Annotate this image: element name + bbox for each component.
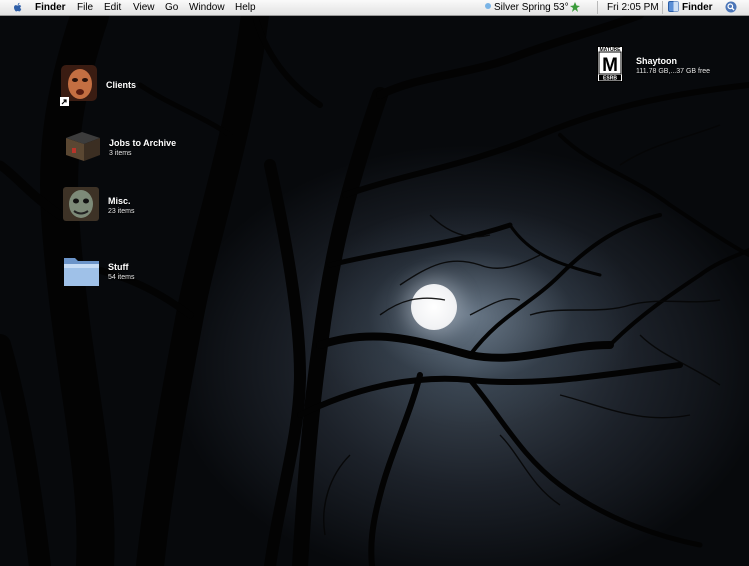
finder-app-icon — [668, 1, 679, 14]
menu-separator — [597, 1, 598, 14]
spotlight-search-icon[interactable] — [725, 1, 737, 15]
alias-arrow-icon — [60, 97, 69, 106]
desktop-icon-label: Shaytoon — [636, 56, 678, 66]
creature-face-icon — [63, 187, 99, 221]
desktop-icon-jobs-to-archive[interactable]: Jobs to Archive 3 items — [62, 128, 192, 168]
menu-edit[interactable]: Edit — [104, 1, 121, 14]
blue-folder-icon — [64, 258, 99, 286]
menu-file[interactable]: File — [77, 1, 93, 14]
clock[interactable]: Fri 2:05 PM — [607, 1, 659, 14]
desktop-icon-label: Jobs to Archive — [109, 138, 177, 148]
desktop-icon-drive-shaytoon[interactable]: MATURE M ESRB Shaytoon 111.78 GB,...37 G… — [597, 46, 742, 86]
esrb-top-label: MATURE — [599, 47, 621, 53]
menu-app-name[interactable]: Finder — [35, 1, 66, 14]
desktop-icon-label: Misc. — [108, 196, 131, 206]
desktop-icon-info: 54 items — [108, 274, 135, 281]
desktop-icon-info: 3 items — [109, 150, 132, 157]
menu-separator — [662, 1, 663, 14]
archive-box-icon — [66, 132, 100, 161]
menu-bar: Finder File Edit View Go Window Help Sil… — [0, 0, 749, 16]
esrb-rating-letter: M — [602, 55, 618, 76]
leaf-icon[interactable] — [569, 1, 581, 15]
desktop-icon-clients[interactable]: Clients — [60, 64, 170, 108]
weather-menu[interactable]: Silver Spring 53° — [494, 1, 569, 14]
desktop-icon-label: Stuff — [108, 262, 129, 272]
menu-help[interactable]: Help — [235, 1, 256, 14]
desktop-icon-info: 111.78 GB,...37 GB free — [636, 68, 711, 75]
menu-go[interactable]: Go — [165, 1, 178, 14]
apple-menu-icon[interactable] — [13, 2, 23, 16]
desktop-icon-stuff[interactable]: Stuff 54 items — [61, 250, 171, 292]
desktop-icon-misc[interactable]: Misc. 23 items — [62, 186, 172, 226]
menu-view[interactable]: View — [133, 1, 155, 14]
weather-sun-icon — [483, 1, 493, 14]
esrb-bottom-label: ESRB — [603, 76, 617, 82]
esrb-mature-icon: MATURE M ESRB — [597, 46, 623, 82]
desktop-icon-label: Clients — [106, 80, 137, 90]
active-app-menu[interactable]: Finder — [682, 1, 713, 14]
desktop-icon-info: 23 items — [108, 208, 135, 215]
menu-window[interactable]: Window — [189, 1, 225, 14]
